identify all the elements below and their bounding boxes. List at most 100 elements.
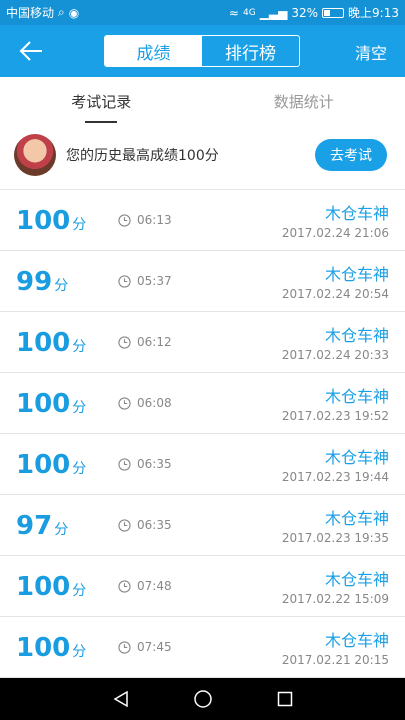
signal-icon: ▁▃▅ (259, 5, 288, 20)
record-duration: 06:12 (118, 335, 172, 349)
record-score-unit: 分 (72, 644, 87, 660)
record-duration: 06:35 (118, 457, 172, 471)
record-duration-value: 06:12 (137, 335, 172, 349)
clock-icon (118, 396, 131, 410)
record-duration-value: 06:35 (137, 518, 172, 532)
record-score-unit: 分 (72, 461, 87, 477)
record-score: 99 分 (16, 267, 68, 297)
clock-icon (118, 640, 131, 654)
record-duration-value: 05:37 (137, 274, 172, 288)
record-duration: 05:37 (118, 274, 172, 288)
record-user: 木仓车神 (324, 631, 389, 650)
record-score: 100 分 (16, 328, 86, 358)
record-score-value: 97 (16, 511, 53, 541)
record-row[interactable]: 99 分 05:37 木仓车神 2017.02.24 20:54 (0, 251, 405, 312)
record-row[interactable]: 100 分 07:45 木仓车神 2017.02.21 20:15 (0, 617, 405, 678)
tab-data-stats[interactable]: 数据统计 (203, 77, 405, 125)
record-duration: 06:13 (118, 213, 172, 227)
clock-icon (118, 274, 131, 288)
best-score-panel: 您的历史最高成绩100分 去考试 (0, 125, 405, 185)
tab-data-stats-label: 数据统计 (273, 92, 334, 111)
android-nav-bar (0, 678, 405, 720)
segment-control: 成绩 排行榜 (104, 35, 300, 67)
record-duration-value: 06:35 (137, 457, 172, 471)
record-score-unit: 分 (72, 583, 87, 599)
record-score-value: 99 (16, 267, 53, 297)
tab-exam-records[interactable]: 考试记录 (0, 77, 203, 125)
record-row[interactable]: 100 分 06:08 木仓车神 2017.02.23 19:52 (0, 373, 405, 434)
record-duration: 07:45 (118, 640, 172, 654)
record-score: 100 分 (16, 633, 86, 663)
record-score: 100 分 (16, 450, 86, 480)
clock-icon (118, 579, 131, 593)
tab-exam-records-label: 考试记录 (71, 92, 132, 111)
record-score: 100 分 (16, 389, 86, 419)
search-icon: ⌕ (58, 5, 65, 19)
record-score-value: 100 (16, 633, 71, 663)
status-right: ≈ 4G ▁▃▅ 32% 晚上9:13 (229, 4, 399, 21)
record-datetime: 2017.02.24 20:54 (281, 287, 389, 301)
status-left: 中国移动 ⌕ ◉ (6, 4, 79, 21)
active-tab-indicator (85, 121, 118, 123)
record-user: 木仓车神 (324, 265, 389, 284)
wifi-icon: ≈ (228, 5, 239, 20)
record-score: 97 分 (16, 511, 68, 541)
record-row[interactable]: 100 分 06:35 木仓车神 2017.02.23 19:44 (0, 434, 405, 495)
record-score-value: 100 (16, 328, 71, 358)
record-score-value: 100 (16, 206, 71, 236)
record-datetime: 2017.02.21 20:15 (281, 653, 389, 667)
clock-icon (118, 213, 131, 227)
nav-back-icon[interactable] (112, 690, 130, 708)
record-score-unit: 分 (72, 217, 87, 233)
clear-button[interactable]: 清空 (355, 40, 387, 64)
record-user: 木仓车神 (324, 570, 389, 589)
record-user: 木仓车神 (324, 326, 389, 345)
back-arrow-icon[interactable] (18, 39, 44, 63)
nav-home-icon[interactable] (193, 689, 213, 709)
clock-icon (118, 518, 131, 532)
record-datetime: 2017.02.22 15:09 (281, 592, 389, 606)
record-datetime: 2017.02.23 19:52 (281, 409, 389, 423)
record-duration-value: 06:13 (137, 213, 172, 227)
tab-ranking[interactable]: 排行榜 (202, 36, 299, 66)
record-score-unit: 分 (54, 522, 69, 538)
sub-tabs: 考试记录 数据统计 (0, 77, 405, 125)
clock-icon (118, 335, 131, 349)
record-duration-value: 07:45 (137, 640, 172, 654)
record-duration: 07:48 (118, 579, 172, 593)
best-score-text: 您的历史最高成绩100分 (66, 148, 219, 164)
record-row[interactable]: 100 分 06:12 木仓车神 2017.02.24 20:33 (0, 312, 405, 373)
record-duration: 06:35 (118, 518, 172, 532)
top-header: 成绩 排行榜 清空 (0, 25, 405, 77)
record-duration-value: 07:48 (137, 579, 172, 593)
record-score-unit: 分 (72, 400, 87, 416)
record-score: 100 分 (16, 572, 86, 602)
record-score-value: 100 (16, 389, 71, 419)
avatar (14, 134, 56, 176)
clock-time: 晚上9:13 (348, 6, 399, 20)
record-user: 木仓车神 (324, 204, 389, 223)
status-bar: 中国移动 ⌕ ◉ ≈ 4G ▁▃▅ 32% 晚上9:13 (0, 0, 405, 25)
go-exam-button[interactable]: 去考试 (315, 139, 387, 171)
record-datetime: 2017.02.23 19:35 (281, 531, 389, 545)
record-datetime: 2017.02.24 21:06 (281, 226, 389, 240)
record-list: 100 分 06:13 木仓车神 2017.02.24 21:06 99 分 05:… (0, 189, 405, 678)
record-user: 木仓车神 (324, 387, 389, 406)
record-row[interactable]: 97 分 06:35 木仓车神 2017.02.23 19:35 (0, 495, 405, 556)
nav-recents-icon[interactable] (277, 691, 293, 707)
tab-scores[interactable]: 成绩 (105, 36, 202, 66)
record-row[interactable]: 100 分 07:48 木仓车神 2017.02.22 15:09 (0, 556, 405, 617)
record-score-unit: 分 (72, 339, 87, 355)
record-user: 木仓车神 (324, 448, 389, 467)
record-score-value: 100 (16, 572, 71, 602)
record-duration: 06:08 (118, 396, 172, 410)
record-score-value: 100 (16, 450, 71, 480)
record-user: 木仓车神 (324, 509, 389, 528)
record-score-unit: 分 (54, 278, 69, 294)
carrier-label: 中国移动 (6, 6, 55, 20)
battery-icon (322, 7, 345, 18)
record-score: 100 分 (16, 206, 86, 236)
record-row[interactable]: 100 分 06:13 木仓车神 2017.02.24 21:06 (0, 190, 405, 251)
battery-percent: 32% (291, 5, 319, 20)
clock-icon (118, 457, 131, 471)
